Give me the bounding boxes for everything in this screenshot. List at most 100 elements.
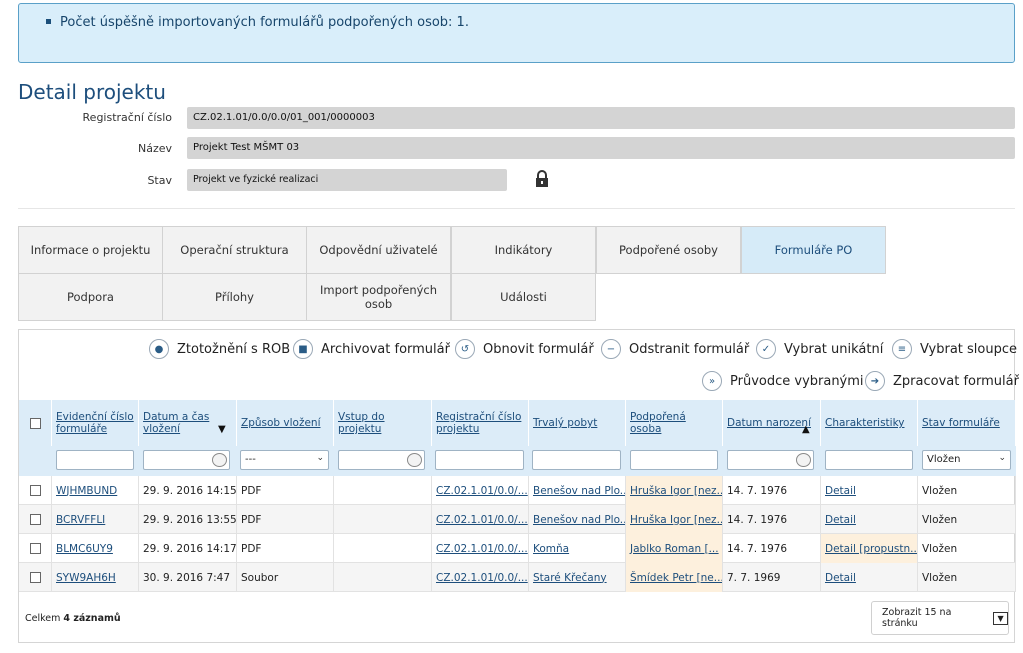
residence-link[interactable]: Benešov nad Plo... <box>533 514 625 526</box>
filter-row: --- ⌄ Vložen ⌄ <box>19 446 1016 476</box>
form-state: Vložen <box>918 476 1016 505</box>
process-form-button[interactable]: ➔ Zpracovat formulář <box>865 371 1019 391</box>
divider <box>18 208 1015 209</box>
tab-support[interactable]: Podpora <box>18 273 163 321</box>
form-number-link[interactable]: SYW9AH6H <box>56 572 116 584</box>
tab-attachments[interactable]: Přílohy <box>162 273 307 321</box>
col-form-state[interactable]: Stav formuláře <box>918 400 1016 446</box>
reg-number-link[interactable]: CZ.02.1.01/0.0/... <box>436 514 528 526</box>
row-select-cell <box>19 534 52 563</box>
tab-events[interactable]: Události <box>451 273 596 321</box>
filter-form-state[interactable]: Vložen ⌄ <box>922 450 1011 470</box>
residence-link[interactable]: Benešov nad Plo... <box>533 485 625 497</box>
tab-indicators[interactable]: Indikátory <box>451 226 596 274</box>
filter-person[interactable] <box>630 450 718 470</box>
total-count: 4 záznamů <box>63 613 121 624</box>
status-value: Projekt ve fyzické realizaci <box>187 169 507 191</box>
col-birth-date[interactable]: Datum narození <box>723 400 821 446</box>
col-characteristics[interactable]: Charakteristiky <box>821 400 918 446</box>
checkbox-icon: ✓ <box>756 339 776 359</box>
insert-date: 29. 9. 2016 14:15 <box>139 476 237 505</box>
filter-insert-method[interactable]: --- ⌄ <box>240 450 329 470</box>
person-link[interactable]: Jablko Roman [... <box>630 543 719 555</box>
page-size-selector[interactable]: Zobrazit 15 na stránku ▼ <box>871 601 1009 635</box>
registration-number-label: Registrační číslo <box>82 111 172 124</box>
archive-form-button[interactable]: ■ Archivovat formulář <box>293 339 450 359</box>
minus-icon: − <box>601 339 621 359</box>
filter-birth-date[interactable] <box>727 450 814 470</box>
characteristics-link[interactable]: Detail [propustn... <box>825 543 917 555</box>
calendar-icon[interactable] <box>796 453 811 467</box>
tab-responsible-users[interactable]: Odpovědní uživatelé <box>306 226 451 274</box>
forms-panel: ● Ztotožnění s ROB ■ Archivovat formulář… <box>18 329 1019 643</box>
filter-residence[interactable] <box>532 450 621 470</box>
person-link[interactable]: Hruška Igor [nez... <box>630 514 722 526</box>
birth-date: 14. 7. 1976 <box>723 476 821 505</box>
page-size-label: Zobrazit 15 na stránku <box>882 607 952 629</box>
residence-link[interactable]: Staré Křečany <box>533 572 607 584</box>
table-row: BLMC6UY9 29. 9. 2016 14:17 PDF CZ.02.1.0… <box>19 534 1016 563</box>
select-all-checkbox[interactable] <box>29 417 41 429</box>
col-supported-person[interactable]: Podpořená osoba <box>626 400 723 446</box>
filter-method-value: --- <box>245 454 256 465</box>
reg-number-link[interactable]: CZ.02.1.01/0.0/... <box>436 485 528 497</box>
total-records: Celkem 4 záznamů <box>25 613 121 624</box>
remove-form-button[interactable]: − Odstranit formulář <box>601 339 749 359</box>
table-row: BCRVFFLI 29. 9. 2016 13:55 PDF CZ.02.1.0… <box>19 505 1016 534</box>
filter-project-entry[interactable] <box>338 450 425 470</box>
form-number-link[interactable]: BLMC6UY9 <box>56 543 113 555</box>
calendar-icon[interactable] <box>407 453 422 467</box>
insert-method: PDF <box>237 534 334 563</box>
col-project-entry[interactable]: Vstup do projektu <box>334 400 432 446</box>
person-link[interactable]: Hruška Igor [nez... <box>630 485 722 497</box>
col-insert-method[interactable]: Způsob vložení <box>237 400 334 446</box>
col-project-reg-number[interactable]: Registrační číslo projektu <box>432 400 529 446</box>
row-checkbox[interactable] <box>29 485 41 496</box>
tab-project-info[interactable]: Informace o projektu <box>18 226 163 274</box>
identify-rob-button[interactable]: ● Ztotožnění s ROB <box>149 339 290 359</box>
restore-form-label: Obnovit formulář <box>483 341 594 357</box>
characteristics-link[interactable]: Detail <box>825 514 856 526</box>
import-notice: Počet úspěšně importovaných formulářů po… <box>18 3 1015 63</box>
filter-state-value: Vložen <box>927 454 961 465</box>
person-link[interactable]: Šmídek Petr [ne... <box>630 572 722 584</box>
col-form-number[interactable]: Evidenční číslo formuláře <box>52 400 139 446</box>
tab-operational-structure[interactable]: Operační struktura <box>162 226 307 274</box>
people-icon: ● <box>149 339 169 359</box>
select-columns-button[interactable]: ≡ Vybrat sloupce <box>892 339 1017 359</box>
tab-import-persons[interactable]: Import podpořených osob <box>306 273 451 321</box>
reg-number-link[interactable]: CZ.02.1.01/0.0/... <box>436 543 528 555</box>
col-insert-date[interactable]: Datum a čas vložení <box>139 400 237 446</box>
total-prefix: Celkem <box>25 613 61 624</box>
filter-form-number[interactable] <box>56 450 134 470</box>
filter-characteristics[interactable] <box>825 450 913 470</box>
calendar-icon[interactable] <box>212 453 227 467</box>
chevron-down-icon: ⌄ <box>316 453 324 463</box>
row-checkbox[interactable] <box>29 543 41 554</box>
restore-form-button[interactable]: ↺ Obnovit formulář <box>455 339 594 359</box>
tab-po-forms[interactable]: Formuláře PO <box>741 226 886 274</box>
col-residence[interactable]: Trvalý pobyt <box>529 400 626 446</box>
notice-message: Počet úspěšně importovaných formulářů po… <box>60 15 469 30</box>
reg-number-link[interactable]: CZ.02.1.01/0.0/... <box>436 572 528 584</box>
characteristics-link[interactable]: Detail <box>825 572 856 584</box>
filter-reg-number[interactable] <box>435 450 524 470</box>
sort-desc-icon: ▼ <box>218 424 226 435</box>
form-number-link[interactable]: BCRVFFLI <box>56 514 105 526</box>
select-unique-button[interactable]: ✓ Vybrat unikátní <box>756 339 883 359</box>
row-checkbox[interactable] <box>29 572 41 583</box>
row-checkbox[interactable] <box>29 514 41 525</box>
double-chevron-icon: » <box>702 371 722 391</box>
tab-supported-persons[interactable]: Podpořené osoby <box>596 226 741 274</box>
status-label: Stav <box>147 174 172 187</box>
characteristics-link[interactable]: Detail <box>825 485 856 497</box>
filter-insert-date[interactable] <box>143 450 230 470</box>
form-number-link[interactable]: WJHMBUND <box>56 485 117 497</box>
wizard-button[interactable]: » Průvodce vybranými <box>702 371 864 391</box>
project-name-value: Projekt Test MŠMT 03 <box>187 137 1015 159</box>
columns-icon: ≡ <box>892 339 912 359</box>
form-state: Vložen <box>918 505 1016 534</box>
table-row: WJHMBUND 29. 9. 2016 14:15 PDF CZ.02.1.0… <box>19 476 1016 505</box>
chevron-down-icon[interactable]: ▼ <box>993 611 1008 625</box>
residence-link[interactable]: Komňa <box>533 543 569 555</box>
